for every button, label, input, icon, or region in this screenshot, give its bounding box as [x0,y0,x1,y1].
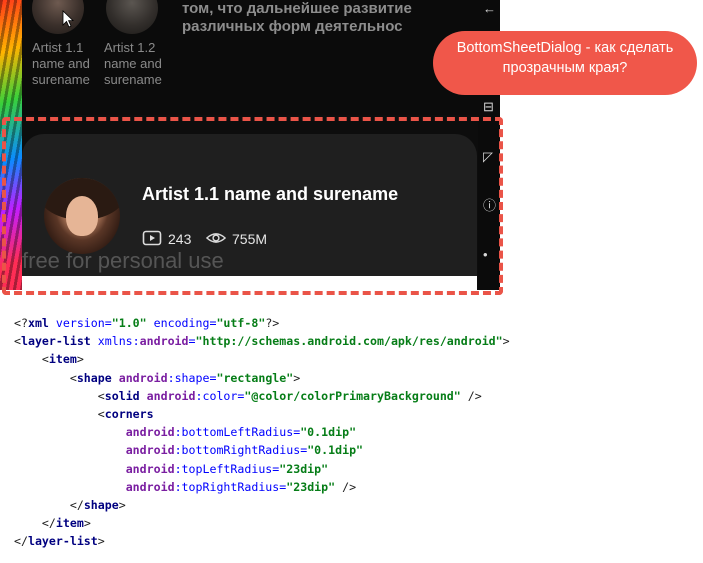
code-token: encoding= [153,316,217,330]
code-token: version= [55,316,112,330]
code-line: </item> [14,514,510,532]
code-token: "0.1dip" [307,443,364,458]
code-token: :topLeftRadius= [174,461,280,476]
artist-avatar-small[interactable] [106,0,158,34]
code-token: :bottomLeftRadius= [174,425,301,440]
code-token: "1.0" [111,316,154,330]
code-token: android [118,370,168,385]
code-token: android [125,443,175,458]
code-token: corners [104,406,154,421]
code-token: :color= [195,388,245,403]
code-token: > [97,534,105,549]
tablet-icon[interactable]: ⊟ [483,100,494,114]
code-token: < [97,406,105,421]
code-token: "http://schemas.android.com/apk/res/andr… [195,334,503,349]
code-token: :topRightRadius= [174,479,287,494]
artist-name-small[interactable]: Artist 1.1 name and surename [32,40,98,88]
code-token: "@color/colorPrimaryBackground" [244,388,468,403]
code-token: android [125,461,175,476]
code-token: ?> [265,316,280,330]
code-token: android [139,334,189,349]
mouse-cursor-icon [62,10,74,28]
code-line: </layer-list> [14,532,510,550]
code-token: android [125,479,175,494]
code-token: < [69,370,77,385]
code-token: shape [76,370,119,385]
code-line: android:bottomRightRadius="0.1dip" [14,441,510,459]
code-token: shape [83,497,119,512]
code-token: > [76,352,84,367]
code-token: </ [41,516,56,531]
code-line: android:topRightRadius="23dip" /> [14,478,510,496]
code-token: xmlns: [97,334,140,349]
code-token: android [125,425,175,440]
code-token: :bottomRightRadius= [174,443,308,458]
code-token: < [41,352,49,367]
code-token: = [188,334,196,349]
code-token: layer-list [20,334,98,349]
code-token: <? [14,316,28,330]
code-token: </ [69,497,84,512]
code-token: :shape= [167,370,217,385]
code-token: "utf-8" [216,316,266,330]
code-token: layer-list [27,534,98,549]
code-token: /> [467,388,482,403]
code-token: </ [14,534,28,549]
highlight-frame [2,117,503,295]
artist-list-area: Artist 1.1 name and surename Artist 1.2 … [22,0,500,115]
code-token: "23dip" [286,479,343,494]
description-text: том, что дальнейшее развитие различных ф… [182,0,412,35]
back-arrow-icon[interactable]: ← [483,2,496,16]
code-line: <layer-list xmlns:android="http://schema… [14,332,510,350]
code-token: < [97,388,105,403]
code-line: <shape android:shape="rectangle"> [14,369,510,387]
code-token: android [146,388,196,403]
code-line: <?xml version="1.0" encoding="utf-8"?> [14,314,510,332]
callout-text: BottomSheetDialog - как сделать прозрачн… [456,40,674,76]
code-line: <solid android:color="@color/colorPrimar… [14,387,510,405]
code-token: > [83,516,91,531]
code-token: > [502,334,510,349]
artist-avatar-small[interactable] [32,0,84,34]
code-token: solid [104,388,147,403]
code-token: /> [342,479,357,494]
code-line: </shape> [14,496,510,514]
artist-name-small[interactable]: Artist 1.2 name and surename [104,40,170,88]
code-token: "0.1dip" [300,425,357,440]
code-token: < [14,334,21,349]
xml-code-block: <?xml version="1.0" encoding="utf-8"?> <l… [14,314,510,550]
code-token: "23dip" [279,461,329,476]
code-line: <corners [14,405,510,423]
code-token: xml [27,316,56,330]
code-token: > [118,497,126,512]
code-token: item [48,352,77,367]
code-line: android:topLeftRadius="23dip" [14,460,510,478]
code-token: > [293,370,301,385]
code-token: item [55,516,84,531]
code-line: android:bottomLeftRadius="0.1dip" [14,423,510,441]
code-token: "rectangle" [216,370,294,385]
code-line: <item> [14,350,510,368]
